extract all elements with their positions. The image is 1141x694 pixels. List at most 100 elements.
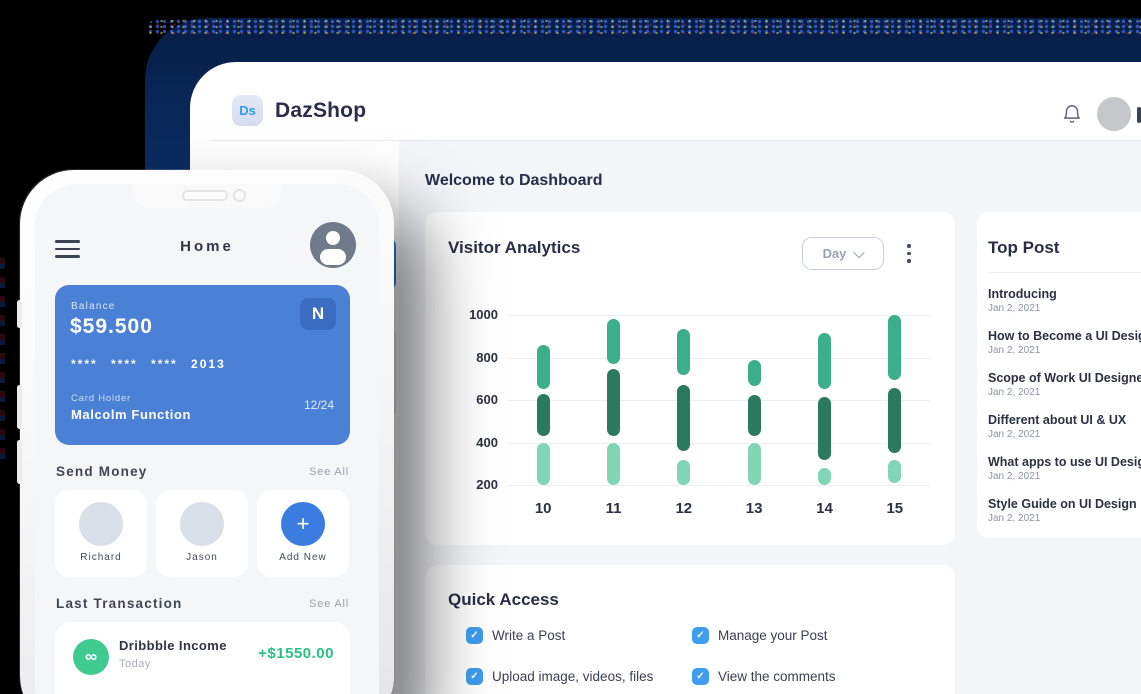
post-list-item[interactable]: Style Guide on UI Design Jan 2, 2021 bbox=[988, 496, 1141, 525]
send-money-header: Send Money See All bbox=[56, 464, 349, 479]
chart-bar-high bbox=[536, 344, 550, 390]
notification-bell-icon[interactable] bbox=[1061, 103, 1083, 125]
visitor-chart-plot bbox=[508, 315, 930, 486]
phone-screen: Home Balance $59.500 N **** **** **** 20… bbox=[35, 184, 379, 694]
chart-bar-low bbox=[747, 442, 761, 485]
chart-bar-mid bbox=[747, 394, 761, 437]
post-date: Jan 2, 2021 bbox=[988, 303, 1041, 314]
gridline bbox=[508, 400, 930, 401]
x-tick: 15 bbox=[886, 500, 904, 517]
page-title: Welcome to Dashboard bbox=[425, 172, 603, 189]
post-list-item[interactable]: Introducing Jan 2, 2021 bbox=[988, 286, 1141, 315]
compression-noise-band bbox=[145, 18, 1141, 34]
checkbox-checked-icon[interactable]: ✓ bbox=[692, 668, 709, 685]
send-money-title: Send Money bbox=[56, 464, 148, 479]
balance-amount: $59.500 bbox=[70, 315, 153, 338]
left-edge-noise bbox=[0, 258, 5, 463]
checkbox-checked-icon[interactable]: ✓ bbox=[466, 668, 483, 685]
quick-access-label: Manage your Post bbox=[718, 628, 828, 643]
chevron-down-icon bbox=[853, 246, 866, 258]
gridline bbox=[508, 485, 930, 486]
contact-list: Richard Jason + Add New bbox=[55, 490, 349, 577]
y-tick: 1000 bbox=[469, 307, 498, 322]
phone-side-button bbox=[17, 385, 22, 429]
chart-bar-low bbox=[677, 459, 691, 485]
transaction-row[interactable]: ∞ Dribbble Income Today +$1550.00 bbox=[55, 622, 350, 694]
quick-access-item: ✓ Upload image, videos, files bbox=[466, 668, 653, 685]
chart-bar-mid bbox=[818, 396, 831, 460]
post-title: How to Become a UI Designer bbox=[988, 329, 1141, 343]
speaker-icon bbox=[182, 190, 228, 201]
quick-access-item: ✓ View the comments bbox=[692, 668, 836, 685]
last-transaction-see-all[interactable]: See All bbox=[309, 598, 349, 610]
contact-name: Richard bbox=[80, 552, 122, 563]
post-title: Scope of Work UI Designer bbox=[988, 371, 1141, 385]
quick-access-label: Write a Post bbox=[492, 628, 566, 643]
quick-access-label: View the comments bbox=[718, 669, 836, 684]
post-title: Different about UI & UX bbox=[988, 413, 1127, 427]
chart-bar-mid bbox=[536, 393, 550, 437]
quick-access-label: Upload image, videos, files bbox=[492, 669, 654, 684]
y-tick: 400 bbox=[476, 434, 498, 450]
chart-bar-high bbox=[607, 319, 620, 364]
post-list-item[interactable]: Scope of Work UI Designer Jan 2, 2021 bbox=[988, 370, 1141, 399]
checkbox-checked-icon[interactable]: ✓ bbox=[466, 627, 483, 644]
y-tick: 200 bbox=[476, 477, 498, 492]
contact-card[interactable]: Richard bbox=[55, 490, 147, 577]
brand-name: DazShop bbox=[275, 98, 367, 122]
user-avatar[interactable] bbox=[1097, 97, 1131, 131]
contact-card[interactable]: Jason bbox=[156, 490, 248, 577]
chart-bar-low bbox=[607, 442, 620, 485]
post-title: Style Guide on UI Design bbox=[988, 497, 1137, 511]
chart-bar-high bbox=[818, 333, 831, 390]
post-date: Jan 2, 2021 bbox=[988, 471, 1041, 482]
x-tick: 11 bbox=[605, 500, 622, 517]
checkbox-checked-icon[interactable]: ✓ bbox=[692, 627, 709, 644]
post-list-item[interactable]: What apps to use UI Designer Jan 2, 2021 bbox=[988, 454, 1141, 483]
screenshot-stage: Ds DazShop Welcome to Dashboard Visitor … bbox=[0, 0, 1141, 694]
balance-label: Balance bbox=[71, 301, 116, 312]
gridline bbox=[508, 357, 930, 359]
post-title: Introducing bbox=[988, 287, 1057, 301]
contact-name: Jason bbox=[186, 552, 218, 563]
phone-side-button bbox=[17, 300, 22, 328]
x-tick: 10 bbox=[534, 500, 552, 517]
chart-y-axis: 200 400 600 800 1000 bbox=[425, 307, 498, 492]
post-date: Jan 2, 2021 bbox=[988, 429, 1041, 440]
add-contact-card[interactable]: + Add New bbox=[257, 490, 349, 577]
profile-avatar-icon[interactable] bbox=[310, 222, 356, 268]
phone-side-button bbox=[17, 440, 22, 484]
chart-bar-low bbox=[536, 442, 550, 485]
chart-x-axis: 10 11 12 13 14 15 bbox=[508, 500, 930, 517]
contact-avatar bbox=[180, 502, 224, 546]
chart-bar-mid bbox=[607, 369, 620, 437]
more-options-icon[interactable] bbox=[905, 242, 913, 265]
post-date: Jan 2, 2021 bbox=[988, 345, 1041, 356]
chart-bar-low bbox=[818, 468, 831, 485]
period-dropdown[interactable]: Day bbox=[802, 237, 884, 270]
contact-name: Add New bbox=[279, 552, 327, 563]
top-post-title: Top Post bbox=[988, 238, 1060, 257]
top-post-divider bbox=[988, 272, 1141, 273]
phone-mockup: Home Balance $59.500 N **** **** **** 20… bbox=[17, 170, 394, 694]
chart-bar-low bbox=[888, 459, 902, 483]
post-date: Jan 2, 2021 bbox=[988, 513, 1041, 524]
brand-logo-icon[interactable]: Ds bbox=[232, 95, 263, 126]
transaction-name: Dribbble Income bbox=[119, 638, 227, 653]
transaction-time: Today bbox=[119, 658, 151, 670]
quick-access-card: Quick Access ✓ Write a Post ✓ Manage you… bbox=[425, 565, 955, 694]
period-dropdown-label: Day bbox=[822, 246, 847, 261]
plus-icon: + bbox=[281, 502, 325, 546]
quick-access-title: Quick Access bbox=[448, 590, 559, 609]
send-money-see-all[interactable]: See All bbox=[309, 466, 349, 478]
post-list-item[interactable]: How to Become a UI Designer Jan 2, 2021 bbox=[988, 328, 1141, 357]
cutoff-element bbox=[1137, 107, 1141, 123]
phone-notch bbox=[132, 184, 282, 208]
x-tick: 12 bbox=[675, 500, 693, 517]
post-list: Introducing Jan 2, 2021 How to Become a … bbox=[988, 286, 1141, 538]
card-holder-label: Card Holder bbox=[71, 393, 132, 404]
camera-icon bbox=[233, 189, 246, 202]
gridline bbox=[508, 315, 930, 316]
post-list-item[interactable]: Different about UI & UX Jan 2, 2021 bbox=[988, 412, 1141, 441]
quick-access-item: ✓ Write a Post bbox=[466, 627, 565, 644]
